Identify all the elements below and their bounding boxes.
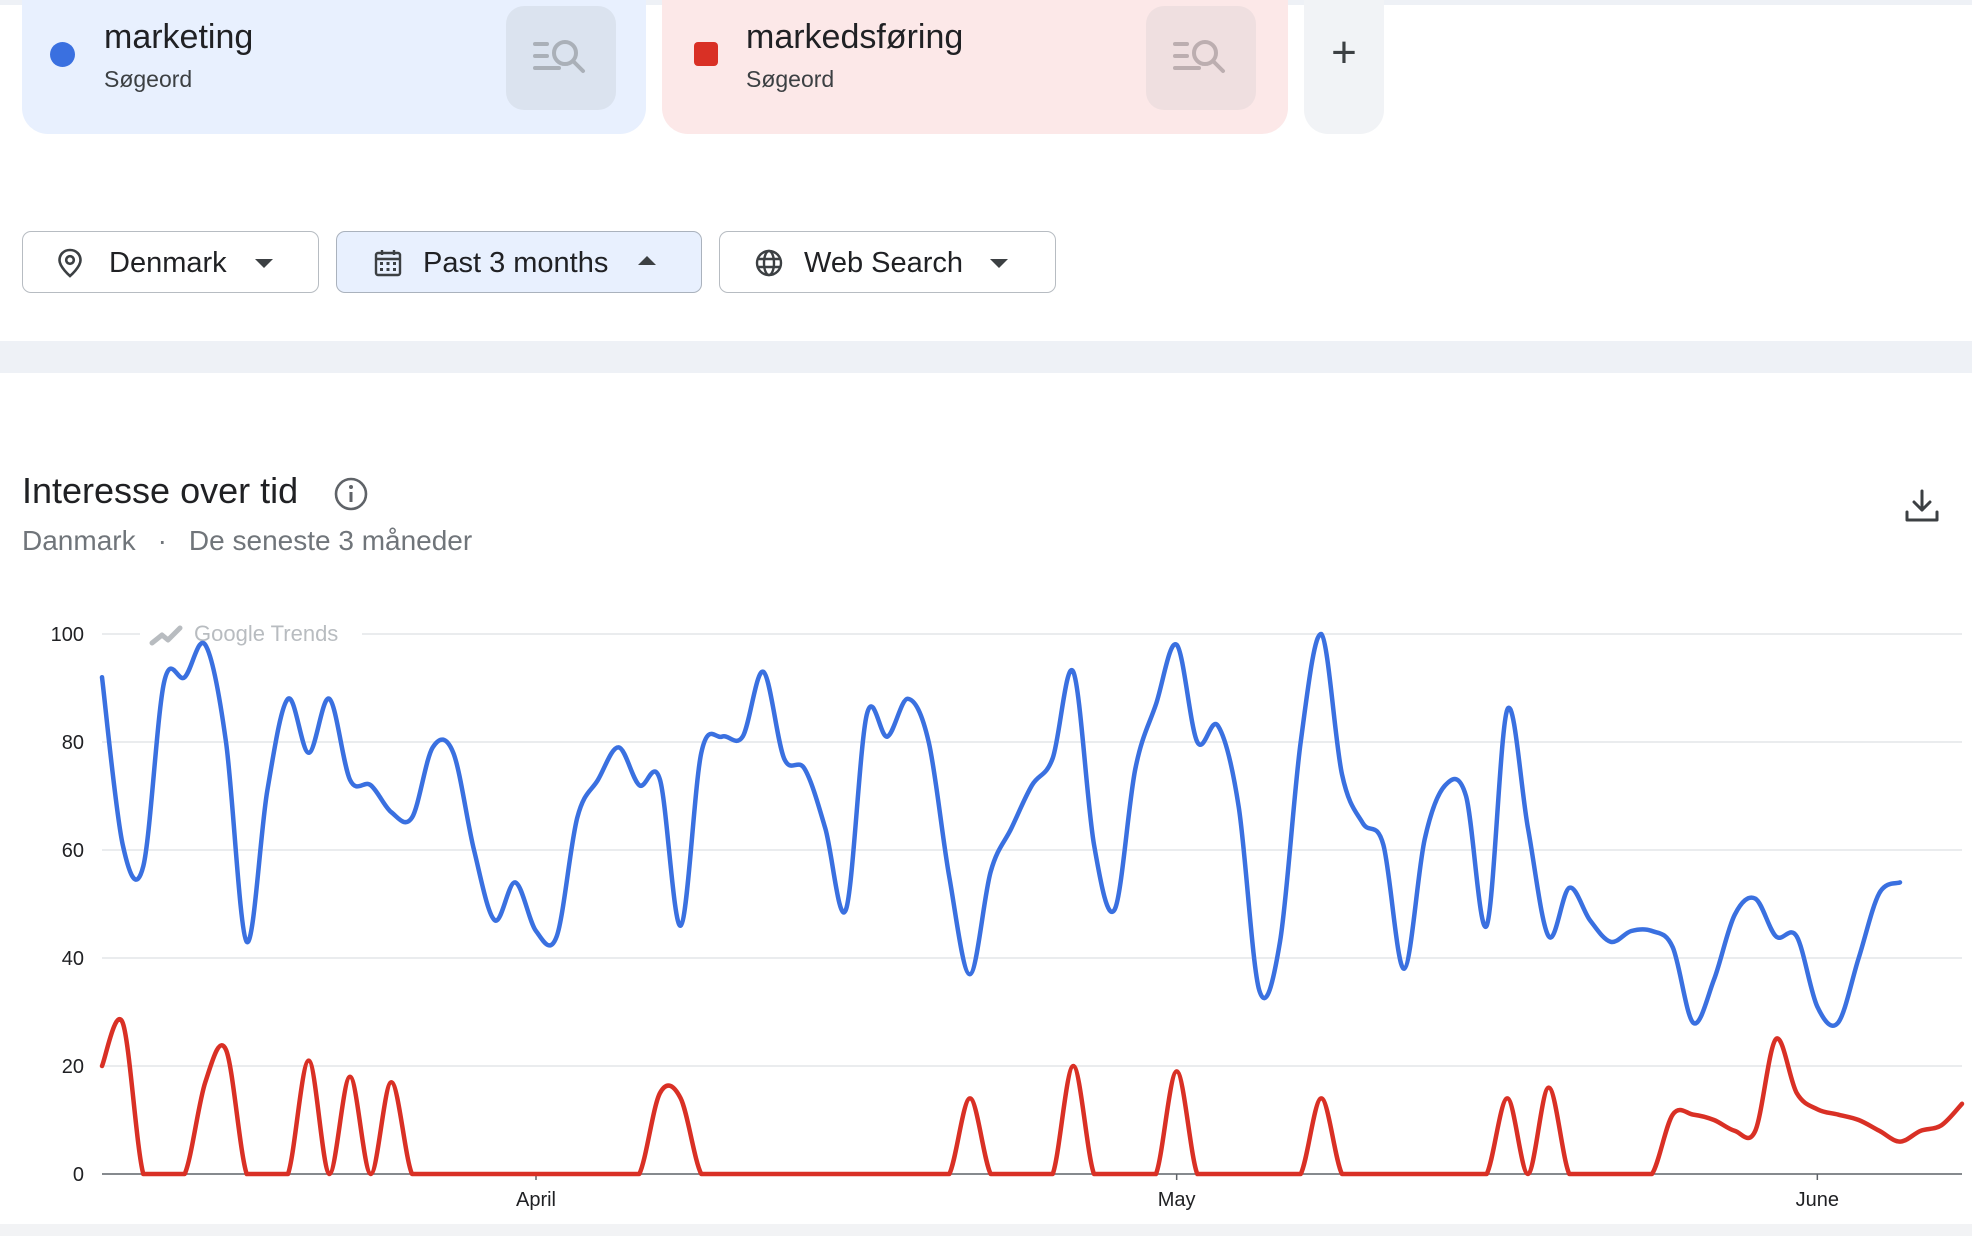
term-name: markedsføring [746, 18, 964, 56]
chevron-down-icon [990, 259, 1008, 268]
watermark-text: Google Trends [194, 621, 338, 646]
search-list-icon [1173, 40, 1225, 73]
series-line-marketing[interactable] [99, 631, 1903, 1028]
plus-icon: + [1331, 28, 1357, 77]
x-tick-label: June [1796, 1189, 1839, 1211]
y-tick-label: 40 [62, 948, 84, 970]
chevron-up-icon [638, 256, 656, 265]
search-list-icon [533, 40, 585, 73]
term-name: marketing [104, 18, 254, 56]
y-tick-label: 100 [51, 624, 84, 646]
y-tick-label: 20 [62, 1056, 84, 1078]
term-type: Søgeord [104, 66, 193, 92]
geo-filter-label: Denmark [109, 247, 227, 279]
x-tick-label: April [516, 1189, 556, 1211]
y-tick-label: 60 [62, 840, 84, 862]
location-pin-icon [58, 248, 82, 278]
widget-subtitle: Danmark · De seneste 3 måneder [22, 525, 472, 557]
download-icon[interactable] [1904, 488, 1940, 524]
term-color-square [694, 42, 718, 66]
x-tick-label: May [1158, 1189, 1196, 1211]
google-trends-watermark: Google Trends [140, 621, 362, 656]
series-line-markedsforing[interactable] [99, 1017, 1965, 1177]
section-divider [0, 341, 1972, 373]
property-filter-label: Web Search [804, 247, 964, 279]
info-icon[interactable] [333, 476, 369, 512]
bottom-edge [0, 1224, 1972, 1236]
y-tick-label: 80 [62, 732, 84, 754]
geo-filter-dropdown[interactable]: Denmark [22, 231, 319, 293]
separator: · [157, 525, 167, 556]
widget-title: Interesse over tid [22, 470, 299, 511]
add-term-button[interactable]: + [1304, 0, 1384, 134]
y-tick-label: 0 [73, 1164, 84, 1186]
term-search-button[interactable] [1146, 6, 1256, 110]
widget-geo: Danmark [22, 525, 136, 556]
time-filter-label: Past 3 months [423, 247, 609, 279]
time-filter-dropdown[interactable]: Past 3 months [336, 231, 702, 293]
property-filter-dropdown[interactable]: Web Search [719, 231, 1056, 293]
widget-period: De seneste 3 måneder [188, 525, 473, 556]
interest-over-time-chart: Google Trends 0 20 40 60 80 100 April May June [51, 621, 1965, 1211]
term-card-markedsforing[interactable]: markedsføring Søgeord [662, 0, 1288, 134]
term-card-marketing[interactable]: marketing Søgeord [22, 0, 646, 134]
term-search-button[interactable] [506, 6, 616, 110]
term-type: Søgeord [746, 66, 835, 92]
globe-icon [755, 249, 783, 277]
calendar-icon [374, 250, 402, 277]
chevron-down-icon [255, 259, 273, 268]
term-color-dot [50, 42, 75, 67]
